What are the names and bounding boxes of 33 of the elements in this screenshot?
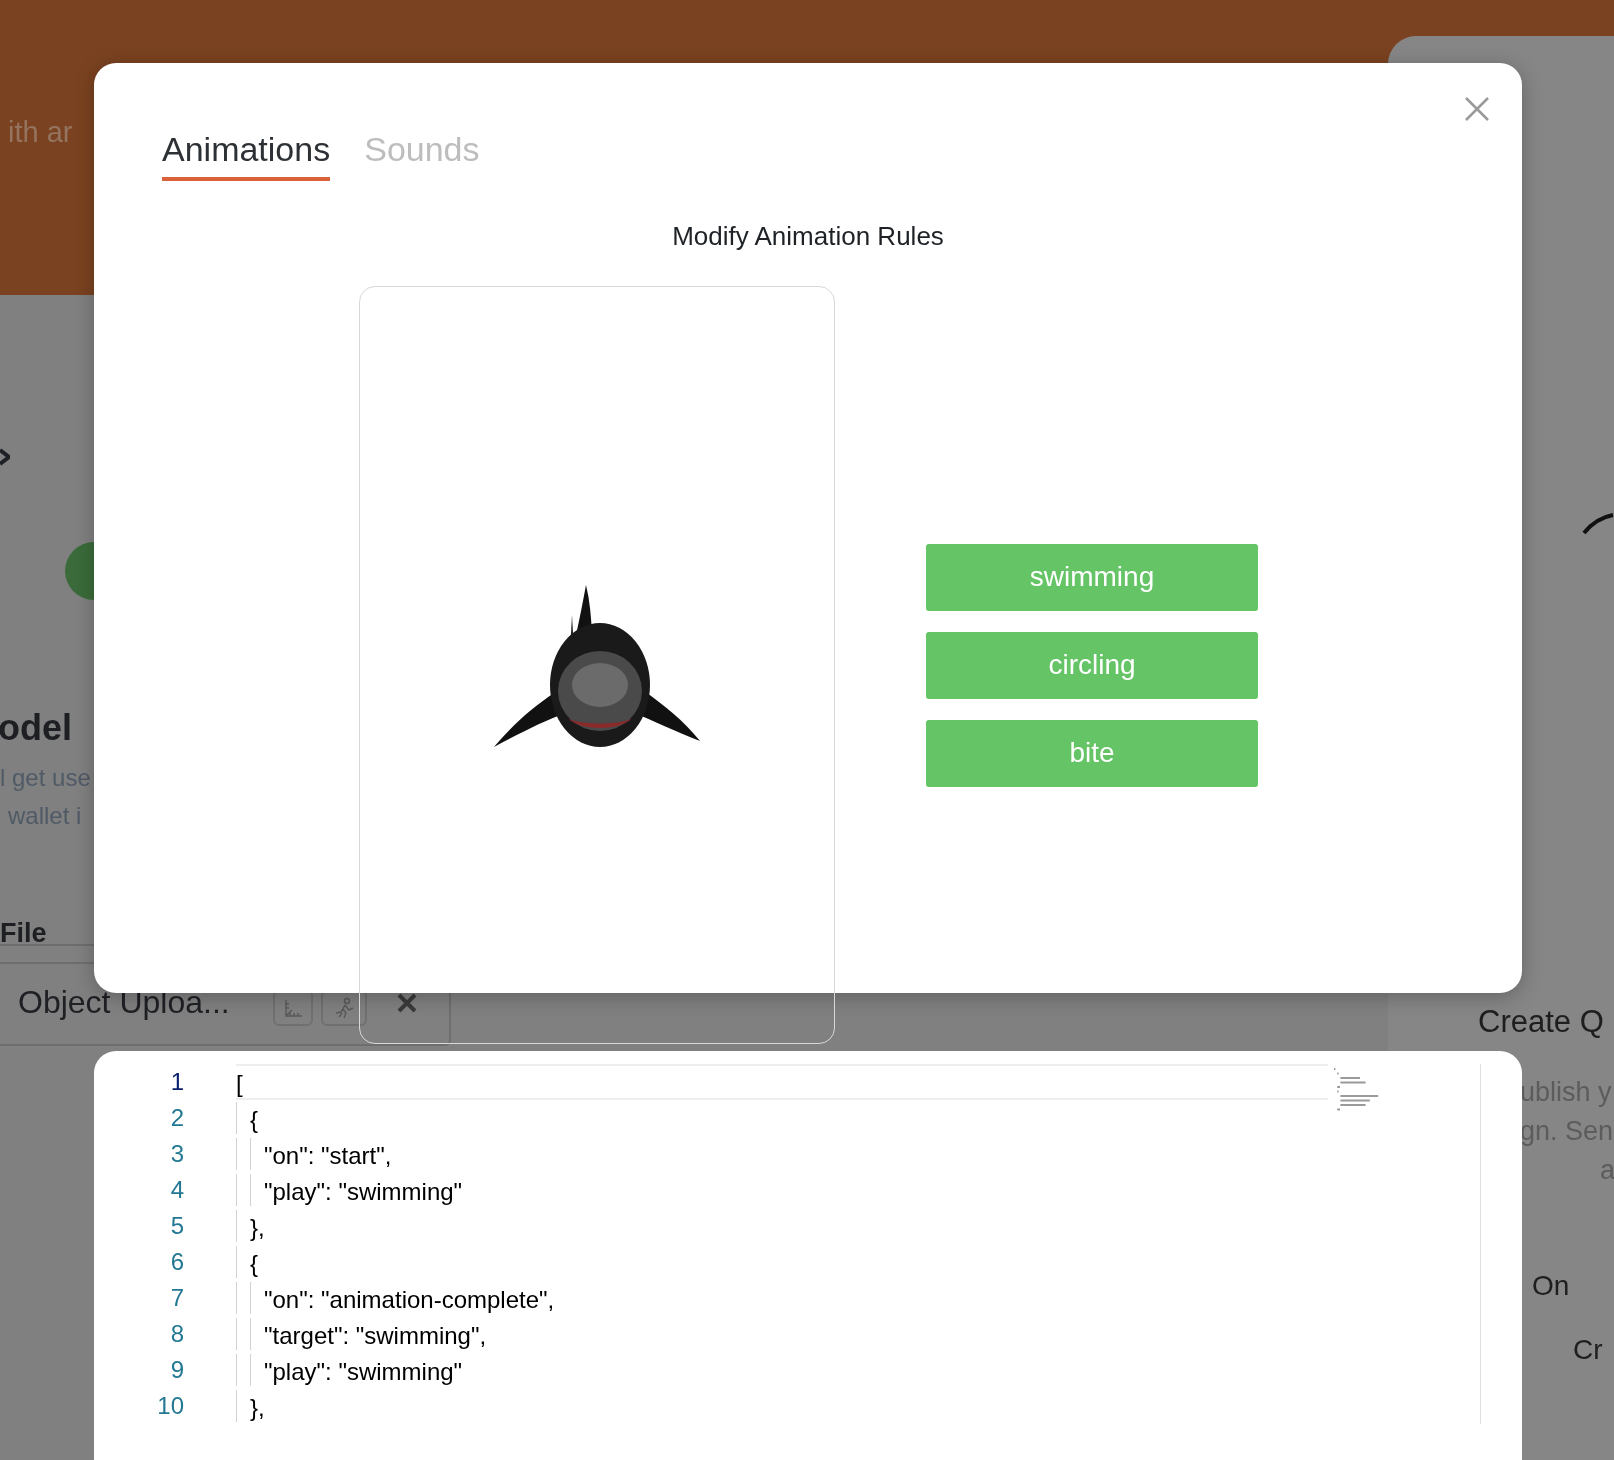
code-line: }, — [236, 1208, 1328, 1244]
option-label: On — [1532, 1272, 1570, 1300]
code-line: { — [236, 1100, 1328, 1136]
file-name: Object Uploa... — [18, 986, 230, 1018]
line-number: 10 — [156, 1391, 184, 1421]
line-number: 3 — [169, 1139, 184, 1169]
line-number: 4 — [169, 1175, 184, 1205]
file-label: File — [0, 920, 47, 947]
panel-title: Create Q — [1478, 1006, 1604, 1037]
code-line: "play": "swimming" — [236, 1352, 1328, 1388]
line-number: 9 — [169, 1355, 184, 1385]
line-number: 2 — [169, 1103, 184, 1133]
tab[interactable]: Sounds — [364, 130, 480, 181]
dialog-title: Modify Animation Rules — [671, 221, 945, 252]
code-line: "on": "animation-complete", — [236, 1280, 1328, 1316]
code-line: { — [236, 1244, 1328, 1280]
line-number: 1 — [169, 1067, 184, 1097]
line-number: 6 — [169, 1247, 184, 1277]
line-number: 5 — [169, 1211, 184, 1241]
banner-text: ith ar — [8, 118, 73, 147]
code-line: [ — [236, 1064, 1328, 1100]
section-title: odel — [0, 710, 72, 746]
code-line: }, — [236, 1388, 1328, 1424]
line-number: 8 — [169, 1319, 184, 1349]
animation-button[interactable]: bite — [926, 719, 1258, 787]
panel-button-label: Cr — [1573, 1336, 1603, 1364]
line-number: 7 — [169, 1283, 184, 1313]
code-line: "play": "swimming" — [236, 1172, 1328, 1208]
code-line: "on": "start", — [236, 1136, 1328, 1172]
animation-button[interactable]: circling — [926, 631, 1258, 699]
tab[interactable]: Animations — [162, 130, 331, 181]
animation-button[interactable]: swimming — [926, 543, 1258, 611]
code-line: "target": "swimming", — [236, 1316, 1328, 1352]
